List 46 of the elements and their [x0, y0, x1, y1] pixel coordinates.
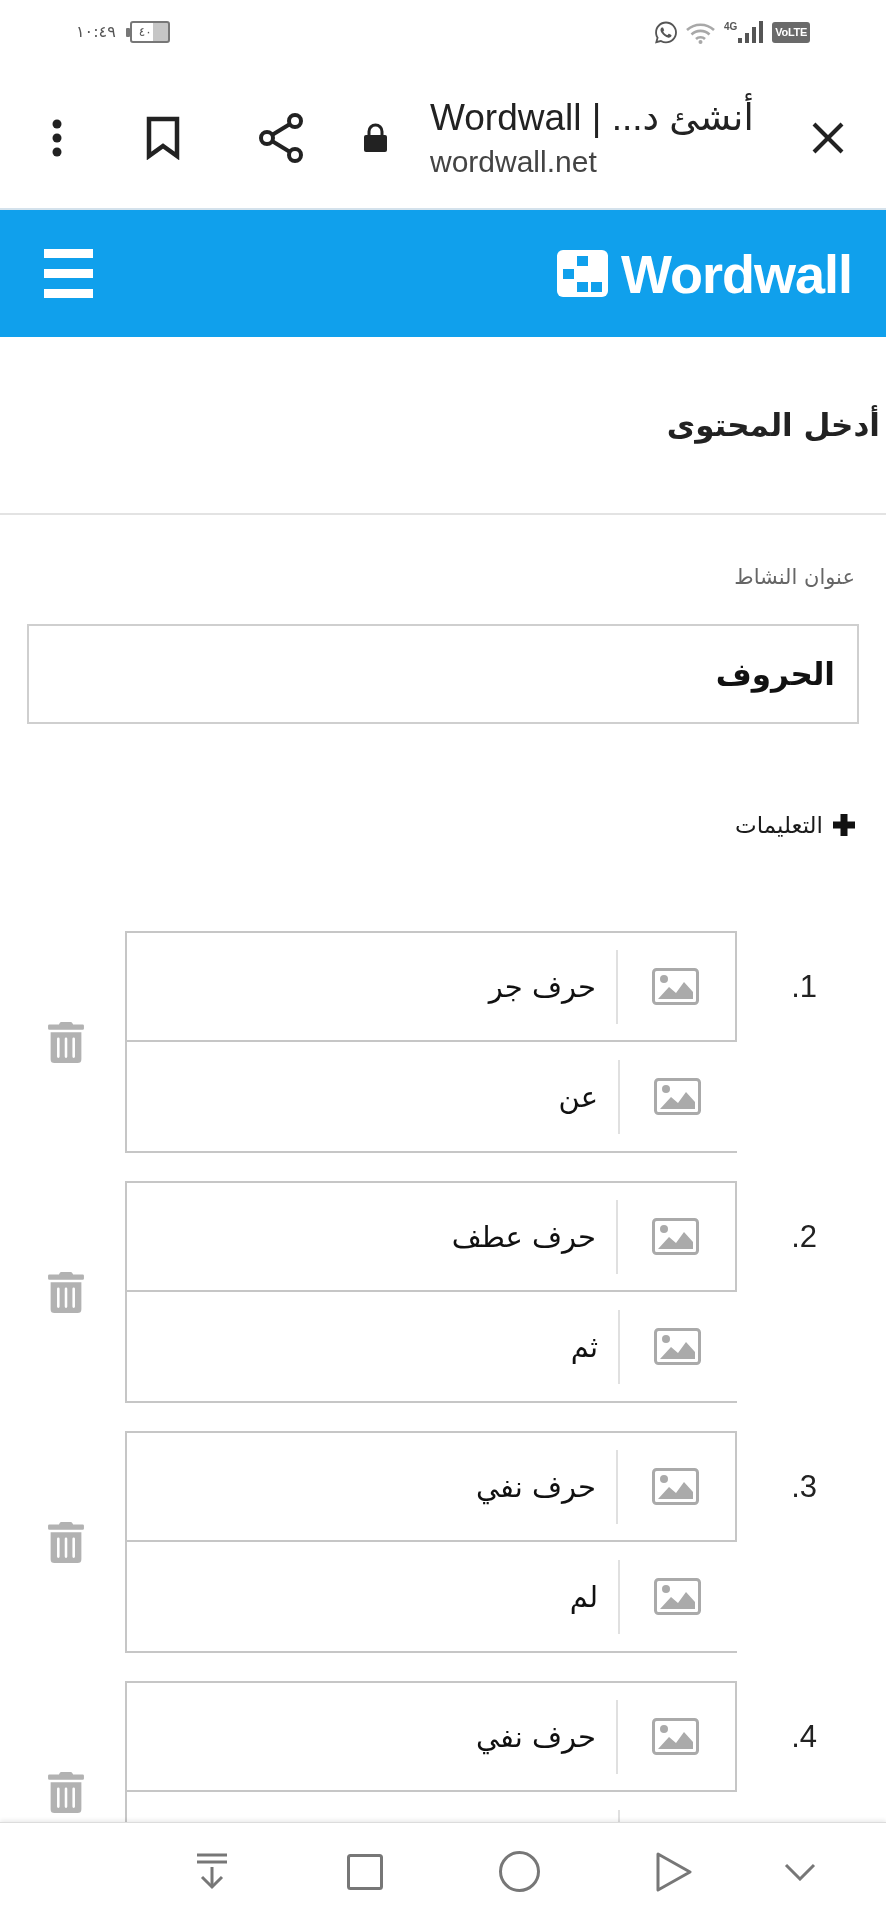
image-icon[interactable] — [654, 1578, 701, 1615]
field-label: عنوان النشاط — [734, 564, 856, 591]
square-icon[interactable] — [347, 1853, 383, 1890]
image-icon[interactable] — [654, 1078, 701, 1115]
more-menu-icon[interactable] — [52, 119, 62, 157]
trash-icon[interactable] — [48, 1021, 84, 1063]
term-field[interactable]: حرف نفي — [125, 1431, 737, 1542]
logo-tile-icon — [556, 250, 608, 297]
signal-icon — [738, 21, 765, 43]
close-icon[interactable] — [811, 121, 845, 155]
trash-icon[interactable] — [48, 1771, 84, 1813]
clock: ١٠:٤٩ — [76, 21, 116, 43]
lock-icon — [363, 123, 388, 153]
title-field[interactable]: الحروف — [27, 624, 859, 724]
logo-text: Wordwall — [620, 243, 852, 304]
trash-icon[interactable] — [48, 1521, 84, 1563]
image-icon[interactable] — [652, 1718, 699, 1755]
phone-bubble-icon — [654, 19, 677, 45]
trash-icon[interactable] — [48, 1271, 84, 1313]
page-heading: أدخل المحتوى — [666, 404, 880, 446]
chevron-down-icon[interactable] — [784, 1862, 816, 1881]
term-field[interactable]: حرف نفي — [125, 1681, 737, 1792]
image-icon[interactable] — [652, 1218, 699, 1255]
share-icon[interactable] — [259, 113, 303, 163]
wifi-icon — [684, 20, 716, 44]
battery-percent: ٤٠ — [138, 25, 152, 39]
network-type: 4G — [723, 21, 738, 32]
page-url: wordwall.net — [430, 144, 597, 180]
volte-badge: VoLTE — [772, 21, 810, 43]
item-number: 1. — [791, 968, 817, 1005]
image-icon[interactable] — [652, 1468, 699, 1505]
menu-icon[interactable] — [44, 249, 93, 298]
item-number: 3. — [791, 1468, 817, 1505]
item-number: 4. — [791, 1718, 817, 1755]
term-field[interactable]: حرف جر — [125, 931, 737, 1042]
definition-field[interactable]: لم — [125, 1542, 737, 1653]
image-icon[interactable] — [654, 1328, 701, 1365]
image-icon[interactable] — [652, 968, 699, 1005]
triangle-icon[interactable] — [656, 1851, 692, 1892]
definition-field[interactable]: عن — [125, 1042, 737, 1153]
item-number: 2. — [791, 1218, 817, 1255]
term-field[interactable]: حرف عطف — [125, 1181, 737, 1292]
instructions-button[interactable]: التعليمات — [735, 810, 859, 840]
circle-icon[interactable] — [499, 1851, 540, 1892]
definition-field[interactable]: ثم — [125, 1292, 737, 1403]
bookmark-icon[interactable] — [146, 116, 180, 160]
